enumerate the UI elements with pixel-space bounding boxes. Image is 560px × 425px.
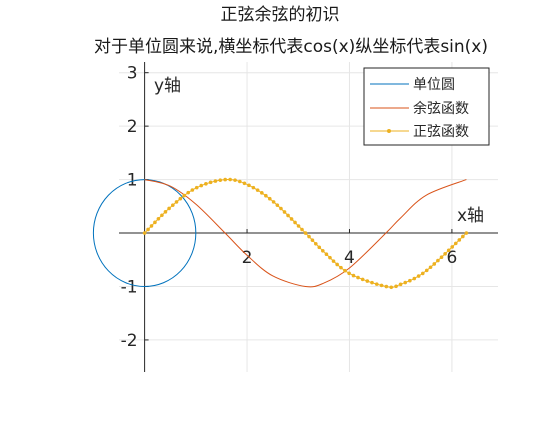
sine-marker [247,183,251,188]
sine-marker [324,252,329,256]
sine-marker [242,181,247,186]
sine-marker [300,227,304,232]
sine-marker [331,259,336,263]
sine-marker [347,271,351,276]
sine-marker [379,283,384,288]
y-tick-label-0: 3 [127,64,138,84]
legend: 单位圆 余弦函数 正弦函数 [363,67,490,146]
sine-marker [307,234,311,239]
sine-marker [260,191,264,195]
sine-marker [167,206,171,211]
sine-marker [403,280,408,285]
sine-marker [296,224,301,228]
chart-subtitle: 对于单位圆来说,横坐标代表cos(x)纵坐标代表sin(x) [94,37,488,57]
sine-marker [446,248,451,253]
sine-marker [171,203,175,207]
sine-marker [450,245,455,249]
sine-marker [223,177,227,182]
sine-marker [428,265,433,270]
sine-marker [328,255,332,260]
sine-marker [461,234,465,239]
sine-marker [443,252,447,256]
sine-marker [255,188,260,192]
y-axis-label: y轴 [154,76,181,96]
sine-marker [394,284,398,289]
chart-root: 正弦余弦的初识 对于单位圆来说,横坐标代表cos(x)纵坐标代表sin(x) 2… [0,0,560,420]
sine-marker [412,276,417,281]
sine-marker [351,273,356,278]
sine-marker [251,185,256,190]
sine-marker [233,178,237,182]
sine-marker [279,206,283,211]
x-axis-label: x轴 [457,206,484,226]
sine-marker [384,284,389,289]
sine-marker [335,262,339,267]
sine-marker [464,231,469,235]
sine-marker [190,188,195,192]
sine-marker [163,210,168,214]
sine-marker [228,177,232,182]
sine-marker [213,179,218,183]
sine-marker [436,258,440,263]
sine-marker [275,203,280,207]
sine-marker [186,190,190,195]
sine-marker [374,282,379,286]
legend-swatch-sine-marker [387,129,391,133]
sine-marker [289,217,294,221]
sine-marker [317,245,322,250]
sine-marker [424,268,429,273]
sine-marker [365,279,370,283]
sine-marker [264,193,268,198]
sine-marker [142,231,147,235]
legend-label-cosine: 余弦函数 [413,100,469,117]
chart-title: 正弦余弦的初识 [221,5,340,25]
sine-marker [182,193,186,198]
sine-marker [149,224,154,228]
sine-marker [408,278,412,283]
sine-marker [321,249,325,253]
sine-marker [146,227,150,232]
sine-marker [453,241,458,246]
sine-marker [156,216,161,221]
sine-marker [314,241,318,246]
sine-marker [199,183,204,188]
sine-marker [271,200,276,204]
legend-label-unit-circle: 单位圆 [413,77,455,93]
sine-marker [153,220,157,225]
y-tick-label-4: -2 [121,331,138,351]
sine-marker [208,180,213,185]
sine-marker [303,231,308,235]
sine-marker [398,282,403,287]
sine-marker [356,275,360,280]
sine-marker [194,185,199,190]
sine-marker [286,213,290,218]
sine-marker [360,277,365,282]
y-tick-label-1: 2 [127,117,138,137]
y-tick-label-3: -1 [121,277,138,297]
sine-marker [178,196,183,201]
sine-marker [238,179,242,184]
sine-marker [432,262,437,266]
sine-marker [160,213,164,218]
sine-marker [343,268,347,273]
sine-marker [389,285,394,290]
sine-marker [282,210,287,214]
sine-marker [174,200,179,204]
sine-marker [310,238,315,242]
legend-label-sine: 正弦函数 [413,124,469,140]
sine-marker [204,182,208,186]
sine-marker [267,196,272,201]
sine-marker [439,255,444,260]
sine-marker [293,220,297,225]
sine-marker [339,265,343,270]
sine-marker [370,280,374,285]
sine-marker [218,178,223,182]
sin-cos-chart: 正弦余弦的初识 对于单位圆来说,横坐标代表cos(x)纵坐标代表sin(x) 2… [92,5,498,372]
sine-marker [457,238,462,242]
sine-marker [416,274,421,278]
sine-marker [420,271,425,276]
